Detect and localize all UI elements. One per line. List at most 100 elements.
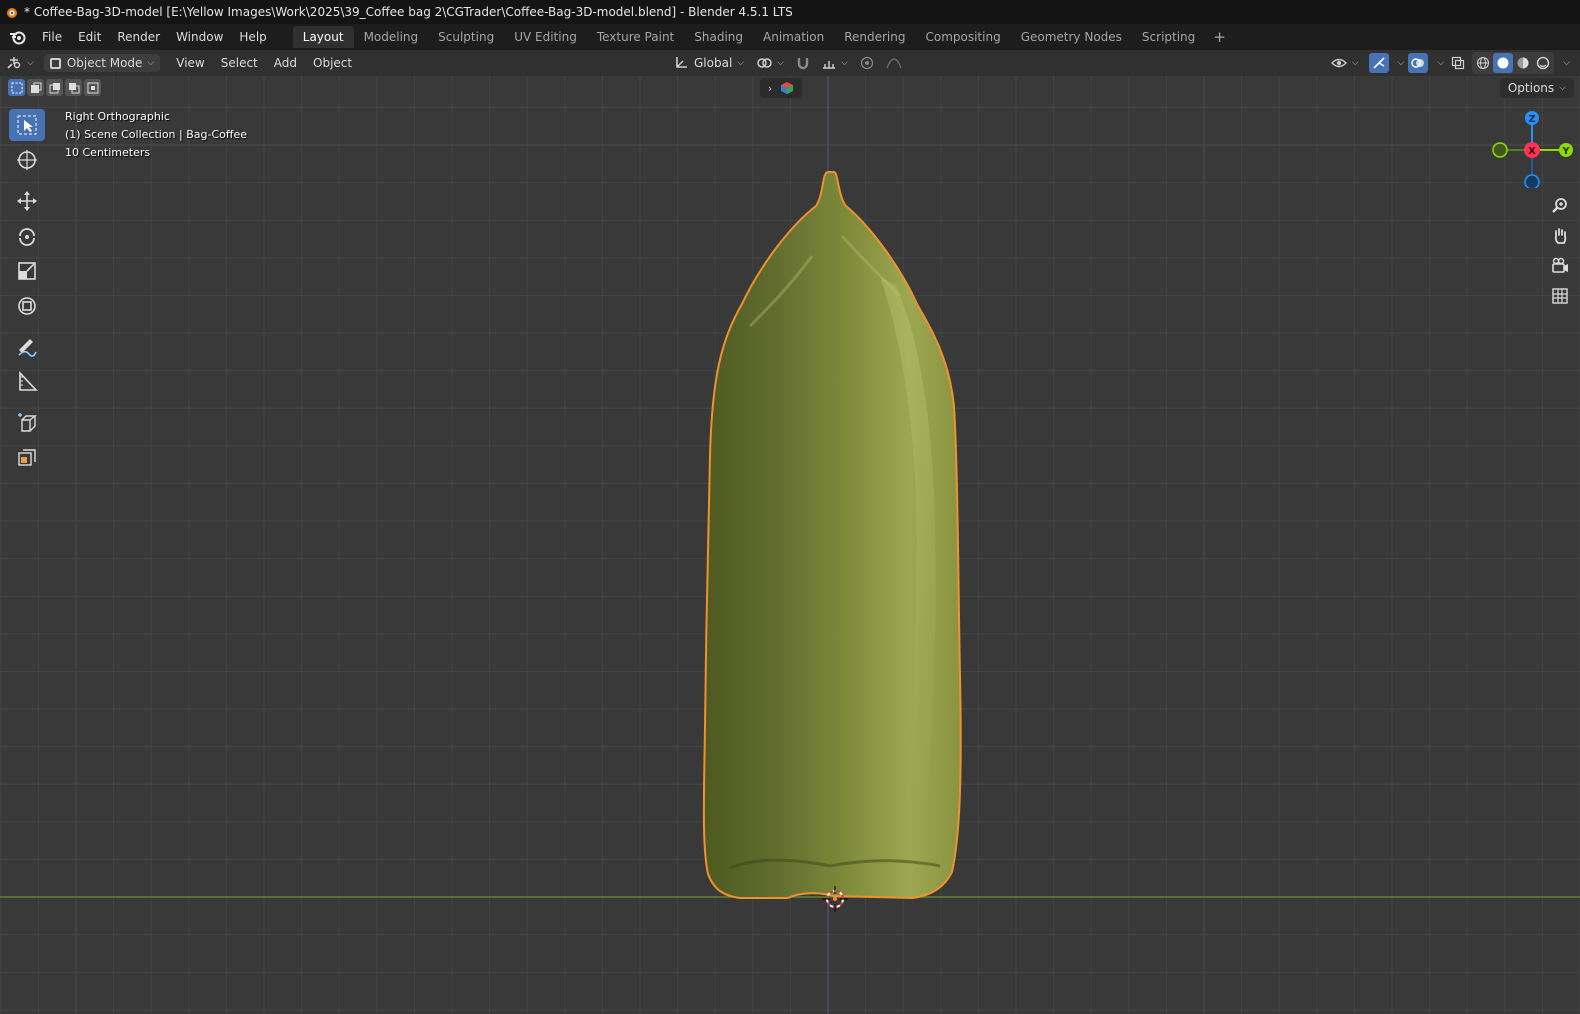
snap-target-dropdown[interactable]: ⌵ bbox=[816, 54, 854, 72]
select-box-icon bbox=[17, 115, 37, 135]
gizmo-neg-y-axis[interactable] bbox=[1492, 142, 1508, 158]
3d-viewport[interactable]: › Options ⌵ Right Orthographic (1) Scene… bbox=[0, 76, 1580, 1014]
blender-logo-icon bbox=[7, 8, 17, 18]
viewport-info-overlay: Right Orthographic (1) Scene Collection … bbox=[65, 108, 247, 162]
tab-shading[interactable]: Shading bbox=[684, 26, 753, 48]
tab-layout[interactable]: Layout bbox=[292, 26, 354, 48]
view-name: Right Orthographic bbox=[65, 110, 170, 123]
material-sphere-icon bbox=[1517, 57, 1529, 69]
menu-select[interactable]: Select bbox=[213, 53, 266, 73]
menu-view[interactable]: View bbox=[168, 53, 212, 73]
object-mode-dropdown[interactable]: Object Mode ⌵ bbox=[43, 54, 161, 72]
tab-scripting[interactable]: Scripting bbox=[1132, 26, 1205, 48]
window-title: * Coffee-Bag-3D-model [E:\Yellow Images\… bbox=[24, 5, 793, 19]
xray-toggle-button[interactable] bbox=[1448, 53, 1468, 73]
snap-toggle[interactable] bbox=[790, 54, 816, 72]
chevron-down-icon: ⌵ bbox=[737, 58, 745, 68]
proportional-falloff-dropdown[interactable] bbox=[880, 54, 908, 72]
selectability-visibility-dropdown[interactable]: ⌵ bbox=[1325, 54, 1365, 72]
transform-orientation-dropdown[interactable]: Global ⌵ bbox=[668, 54, 750, 72]
overlays-toggle-button[interactable] bbox=[1408, 53, 1429, 73]
menu-edit[interactable]: Edit bbox=[70, 27, 109, 47]
chevron-down-icon: ⌵ bbox=[840, 58, 848, 68]
tab-geometry-nodes[interactable]: Geometry Nodes bbox=[1011, 26, 1132, 48]
menu-object[interactable]: Object bbox=[305, 53, 360, 73]
chevron-down-icon: ⌵ bbox=[1351, 58, 1359, 68]
editor-type-button[interactable]: ⌵ bbox=[0, 54, 40, 72]
tab-texture-paint[interactable]: Texture Paint bbox=[587, 26, 684, 48]
viewport-header-toggle[interactable]: › bbox=[760, 78, 802, 98]
selection-mode-group bbox=[8, 79, 101, 96]
tab-sculpting[interactable]: Sculpting bbox=[428, 26, 504, 48]
perspective-toggle-button[interactable] bbox=[1547, 283, 1573, 309]
object-mode-label: Object Mode bbox=[66, 56, 143, 70]
select-subtract-button[interactable] bbox=[46, 79, 63, 96]
select-box-tool-button[interactable] bbox=[9, 109, 45, 141]
tab-modeling[interactable]: Modeling bbox=[354, 26, 429, 48]
zoom-button[interactable] bbox=[1547, 193, 1573, 219]
add-cube-icon bbox=[18, 413, 37, 432]
menu-help[interactable]: Help bbox=[231, 27, 274, 47]
options-dropdown[interactable]: Options ⌵ bbox=[1499, 78, 1574, 98]
chevron-down-icon: ⌵ bbox=[777, 58, 784, 68]
select-invert-button[interactable] bbox=[65, 79, 82, 96]
chevron-down-icon[interactable]: ⌵ bbox=[1563, 58, 1570, 68]
cursor-tool-button[interactable] bbox=[9, 144, 45, 176]
object-mode-icon bbox=[49, 57, 61, 69]
scale-tool-button[interactable] bbox=[9, 255, 45, 287]
chevron-down-icon: ⌵ bbox=[27, 58, 34, 68]
chevron-down-icon[interactable]: ⌵ bbox=[1398, 58, 1405, 68]
select-intersect-icon bbox=[87, 82, 98, 93]
chevron-down-icon[interactable]: ⌵ bbox=[1437, 58, 1444, 68]
add-workspace-plus-icon[interactable]: + bbox=[1205, 26, 1234, 48]
perspective-grid-icon bbox=[1552, 288, 1568, 304]
move-icon bbox=[17, 191, 37, 211]
select-extend-button[interactable] bbox=[27, 79, 44, 96]
tab-uv-editing[interactable]: UV Editing bbox=[504, 26, 587, 48]
add-cube-tool-button[interactable] bbox=[9, 407, 45, 439]
navigation-gizmo[interactable]: Z Y X bbox=[1490, 108, 1578, 188]
pan-button[interactable] bbox=[1547, 223, 1573, 249]
select-new-icon bbox=[11, 82, 22, 93]
chevron-down-icon: ⌵ bbox=[147, 58, 155, 68]
proportional-editing-toggle[interactable] bbox=[854, 54, 880, 72]
menu-file[interactable]: File bbox=[34, 27, 70, 47]
measure-tool-button[interactable] bbox=[9, 366, 45, 398]
chevron-right-icon: › bbox=[767, 81, 773, 95]
top-menu-bar: File Edit Render Window Help Layout Mode… bbox=[0, 24, 1580, 50]
select-new-button[interactable] bbox=[8, 79, 25, 96]
coffee-bag-object[interactable] bbox=[0, 76, 1580, 1014]
camera-view-button[interactable] bbox=[1547, 253, 1573, 279]
scale-icon bbox=[18, 262, 36, 280]
overlays-icon bbox=[1411, 58, 1425, 68]
gizmo-neg-z-axis[interactable] bbox=[1524, 174, 1540, 188]
3d-cursor-icon[interactable] bbox=[822, 886, 848, 912]
select-intersect-button[interactable] bbox=[84, 79, 101, 96]
rotate-tool-button[interactable] bbox=[9, 220, 45, 252]
solid-sphere-icon bbox=[1497, 57, 1509, 69]
select-invert-icon bbox=[68, 82, 79, 93]
snap-increment-icon bbox=[822, 61, 835, 69]
gizmo-toggle-button[interactable] bbox=[1368, 53, 1389, 73]
pivot-point-dropdown[interactable]: ⌵ bbox=[750, 54, 790, 72]
menu-window[interactable]: Window bbox=[168, 27, 231, 47]
select-subtract-icon bbox=[49, 82, 60, 93]
tab-animation[interactable]: Animation bbox=[753, 26, 834, 48]
transform-tool-button[interactable] bbox=[9, 290, 45, 322]
gizmo-y-label: Y bbox=[1561, 146, 1570, 157]
move-tool-button[interactable] bbox=[9, 185, 45, 217]
material-preview-button[interactable] bbox=[1513, 53, 1533, 73]
annotate-tool-button[interactable] bbox=[9, 331, 45, 363]
solid-shading-button[interactable] bbox=[1493, 53, 1514, 73]
scene-collection-label: (1) Scene Collection | Bag-Coffee bbox=[65, 128, 247, 141]
scale-cage-tool-button[interactable] bbox=[9, 442, 45, 474]
gizmo-z-label: Z bbox=[1528, 114, 1535, 125]
tab-rendering[interactable]: Rendering bbox=[834, 26, 915, 48]
menu-add[interactable]: Add bbox=[266, 53, 305, 73]
menu-render[interactable]: Render bbox=[109, 27, 168, 47]
wireframe-shading-button[interactable] bbox=[1473, 53, 1493, 73]
rendered-shading-button[interactable] bbox=[1533, 53, 1553, 73]
blender-menu-icon[interactable] bbox=[8, 29, 28, 45]
tab-compositing[interactable]: Compositing bbox=[915, 26, 1010, 48]
proportional-icon bbox=[860, 56, 873, 70]
